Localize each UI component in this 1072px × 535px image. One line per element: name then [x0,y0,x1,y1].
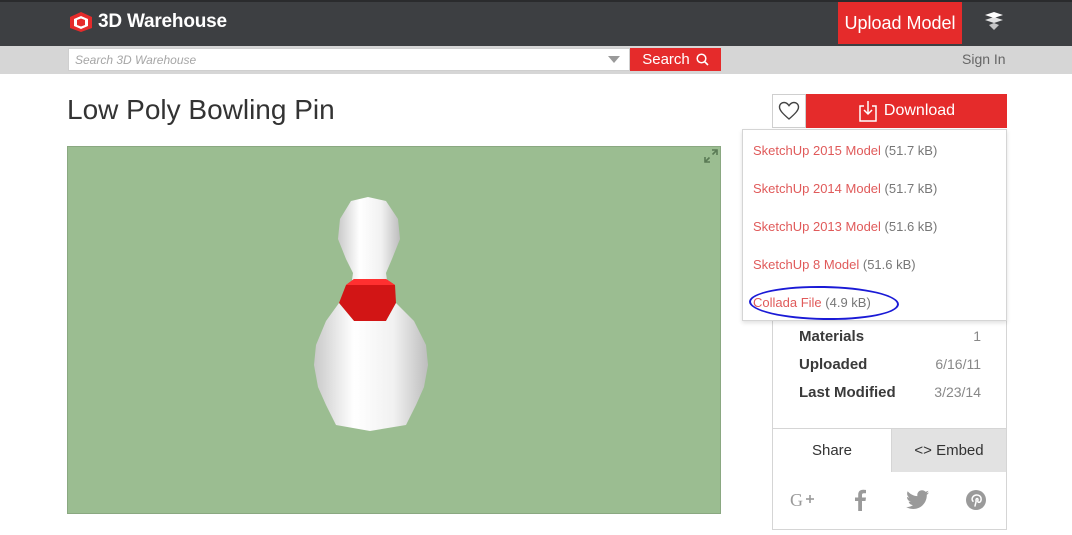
option-name: SketchUp 2015 Model [753,143,881,158]
option-size: (51.7 kB) [884,181,938,196]
model-details-panel: Materials 1 Uploaded 6/16/11 Last Modifi… [772,320,1007,530]
search-input[interactable] [68,48,630,71]
heart-icon [778,101,800,120]
download-option-sketchup-2013[interactable]: SketchUp 2013 Model (51.6 kB) [753,219,937,234]
detail-label: Materials [799,328,865,345]
svg-text:G: G [790,490,803,510]
option-name: Collada File [753,295,822,310]
sign-in-link[interactable]: Sign In [962,51,1006,67]
brand-name: 3D Warehouse [98,11,227,32]
download-option-sketchup-2014[interactable]: SketchUp 2014 Model (51.7 kB) [753,181,937,196]
option-size: (51.6 kB) [862,257,916,272]
download-icon [859,101,877,122]
share-embed-tabs: Share <> Embed [773,428,1006,472]
option-size: (51.6 kB) [884,219,938,234]
detail-row-last-modified: Last Modified 3/23/14 [799,384,981,401]
download-option-sketchup-2015[interactable]: SketchUp 2015 Model (51.7 kB) [753,143,937,158]
option-name: SketchUp 2013 Model [753,219,881,234]
tab-share[interactable]: Share [773,429,891,472]
detail-row-materials: Materials 1 [799,328,981,345]
option-name: SketchUp 8 Model [753,257,860,272]
logo[interactable]: 3D Warehouse [68,11,227,33]
upload-model-button[interactable]: Upload Model [838,2,962,44]
chevron-down-icon[interactable] [608,56,620,63]
detail-label: Uploaded [799,356,868,373]
twitter-icon[interactable] [905,487,931,513]
detail-value: 1 [973,328,981,344]
download-option-collada[interactable]: Collada File (4.9 kB) [748,284,900,322]
search-button[interactable]: Search [630,48,721,71]
facebook-icon[interactable] [847,487,873,513]
pinterest-icon[interactable] [963,487,989,513]
favorite-button[interactable] [772,94,806,128]
detail-label: Last Modified [799,384,896,401]
download-option-sketchup-8[interactable]: SketchUp 8 Model (51.6 kB) [753,257,916,272]
detail-row-uploaded: Uploaded 6/16/11 [799,356,981,373]
warehouse-logo-icon [68,11,94,33]
bowling-pin-model [314,197,428,431]
page-title: Low Poly Bowling Pin [67,94,335,125]
option-size: (4.9 kB) [825,295,871,310]
model-viewer[interactable] [67,146,721,514]
search-icon [696,53,709,66]
option-size: (51.7 kB) [884,143,938,158]
top-navbar: 3D Warehouse Upload Model [0,0,1072,46]
detail-value: 3/23/14 [934,384,981,400]
download-options-menu: SketchUp 2015 Model (51.7 kB) SketchUp 2… [742,129,1007,322]
search-button-label: Search [642,51,690,68]
google-plus-icon[interactable]: G [789,487,815,513]
download-button[interactable]: Download [806,94,1007,128]
detail-value: 6/16/11 [935,356,981,372]
download-button-label: Download [883,102,956,119]
tab-embed[interactable]: <> Embed [891,429,1006,472]
sketchup-menu-icon[interactable] [982,10,1006,34]
fullscreen-icon[interactable] [704,149,718,163]
option-name: SketchUp 2014 Model [753,181,881,196]
search-bar: Search Sign In [0,46,1072,74]
